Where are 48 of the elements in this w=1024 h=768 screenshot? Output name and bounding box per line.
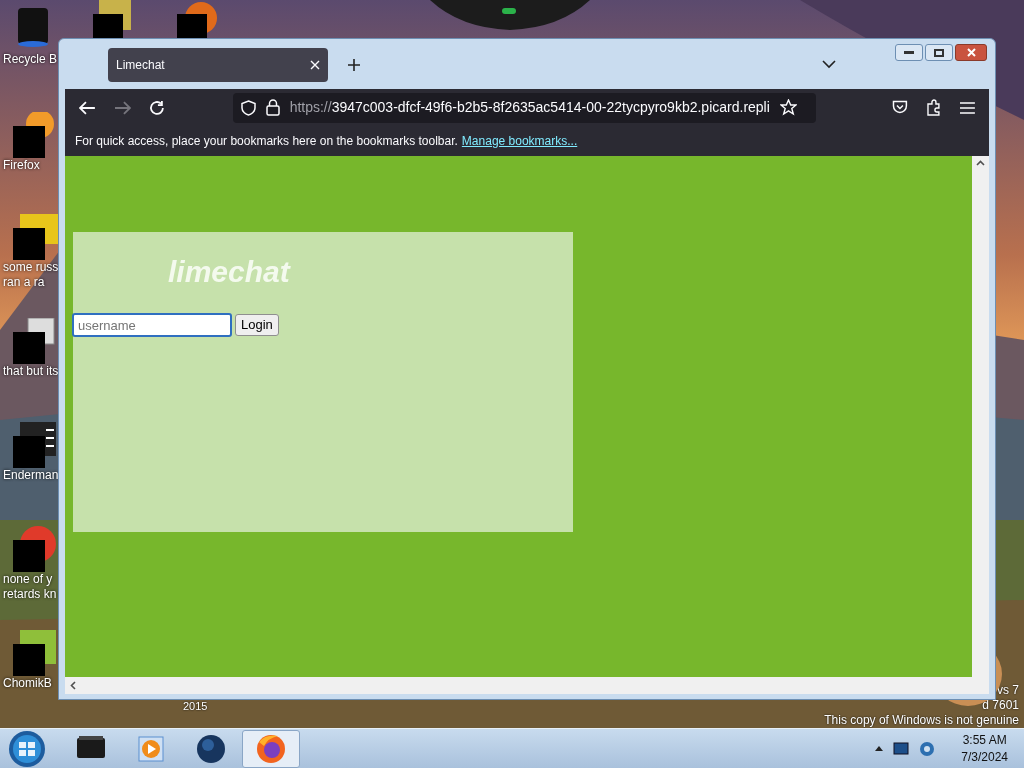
monitor-icon[interactable] [893,742,910,755]
manage-bookmarks-link[interactable]: Manage bookmarks... [461,132,578,150]
watermark-text: vs 7 [997,683,1019,698]
close-icon [966,48,976,57]
list-window-icon[interactable] [12,422,58,468]
star-icon[interactable] [779,99,797,116]
taskbar-button[interactable] [242,729,300,768]
reload-icon[interactable] [148,99,165,116]
username-field[interactable]: username [72,313,232,337]
browser-tab[interactable]: Limechat [108,48,328,82]
desktop-icon-label[interactable]: none of y [3,572,53,587]
scroll-left-icon[interactable] [70,681,76,690]
brand-title: limechat [168,254,290,290]
menu-icon[interactable] [960,101,975,114]
desktop-icon-label[interactable]: that but its [3,364,59,379]
horizontal-scrollbar[interactable] [65,677,989,694]
watermark-text: d 7601 [982,698,1019,713]
close-button[interactable] [955,44,987,61]
close-tab-icon[interactable] [310,60,320,70]
desktop-icon-label[interactable]: ChomikB [3,676,52,691]
back-icon[interactable] [79,100,96,115]
wallpaper-caption: 2015 [183,699,208,714]
desktop-icon-label[interactable]: retards kn [3,587,57,602]
network-icon[interactable] [919,740,936,757]
desktop-icon-label[interactable]: Enderman [3,468,59,483]
desktop-icon-label[interactable]: Firefox [3,158,40,173]
clock[interactable]: 3:55 AM 7/3/2024 [961,731,1008,766]
lock-icon[interactable] [265,99,280,116]
vertical-scrollbar[interactable] [972,156,989,677]
shield-icon[interactable] [240,99,256,116]
new-tab-icon[interactable] [347,58,361,72]
tray-expand-icon[interactable] [875,746,884,751]
desktop-icon-label[interactable]: Recycle B [3,52,58,67]
pocket-icon[interactable] [892,100,909,115]
bookmarks-notice: For quick access, place your bookmarks here on the bookmarks toolbar. [75,133,458,150]
scroll-up-icon[interactable] [976,160,985,166]
forward-icon[interactable] [113,100,131,115]
url-text: https://3947c003-dfcf-49f6-b2b5-8f2635ac5414-00-22tycpyro9kb2.picard.repli [289,98,770,117]
puzzle-icon[interactable] [926,99,943,116]
maximize-button[interactable] [925,44,953,61]
minimize-button[interactable] [895,44,923,61]
stacked-windows-icon[interactable] [12,318,58,364]
chevron-down-icon[interactable] [822,60,836,69]
desktop-icon-label[interactable]: some russ [3,260,59,275]
address-bar[interactable]: https://3947c003-dfcf-49f6-b2b5-8f2635ac5414-00-22tycpyro9kb2.picard.repli [232,92,817,123]
login-button[interactable]: Login [235,314,279,336]
start-orb-icon[interactable] [8,729,46,768]
watermark-text: This copy of Windows is not genuine [824,713,1019,728]
